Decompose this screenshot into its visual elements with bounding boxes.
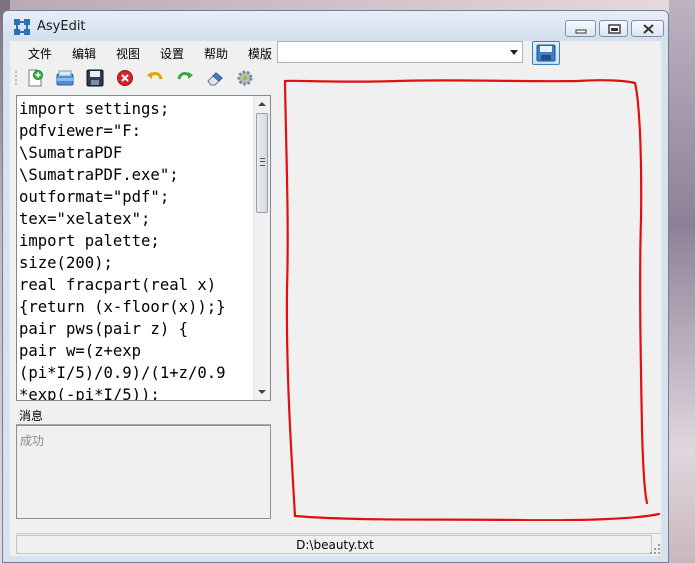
template-select[interactable]	[277, 41, 523, 63]
toolbar	[10, 65, 272, 91]
redo-button[interactable]	[175, 68, 195, 88]
code-line[interactable]: tex="xelatex";	[19, 208, 255, 230]
code-line[interactable]: import settings;	[19, 98, 255, 120]
open-file-button[interactable]	[55, 68, 75, 88]
app-window: AsyEdit 文件 编辑 视图 设置 帮助 模版 import setting…	[2, 10, 669, 563]
desktop-background-right	[669, 0, 695, 563]
code-line[interactable]: pdfviewer="F:	[19, 120, 255, 142]
save-icon	[86, 69, 104, 87]
resize-grip-icon[interactable]	[649, 543, 661, 555]
save-template-button[interactable]	[532, 41, 560, 65]
new-file-button[interactable]	[25, 68, 45, 88]
code-line[interactable]: real fracpart(real x)	[19, 274, 255, 296]
code-text[interactable]: import settings; pdfviewer="F: \SumatraPDF…	[19, 98, 255, 400]
minimize-icon	[575, 29, 587, 34]
undo-icon	[147, 72, 163, 80]
window-title: AsyEdit	[37, 19, 86, 34]
code-line[interactable]: pair pws(pair z) {	[19, 318, 255, 340]
code-line[interactable]: size(200);	[19, 252, 255, 274]
code-line[interactable]: *exp(-pi*I/5));	[19, 384, 255, 400]
redo-icon	[177, 72, 193, 80]
save-button[interactable]	[85, 68, 105, 88]
settings-button[interactable]	[235, 68, 255, 88]
status-field: D:\beauty.txt	[16, 535, 652, 554]
eraser-icon	[207, 72, 223, 86]
close-icon	[643, 24, 654, 34]
code-line[interactable]: \SumatraPDF	[19, 142, 255, 164]
undo-button[interactable]	[145, 68, 165, 88]
title-bar[interactable]: AsyEdit	[3, 11, 668, 41]
menu-file[interactable]: 文件	[28, 45, 52, 62]
code-line[interactable]: pair w=(z+exp	[19, 340, 255, 362]
chevron-down-icon	[510, 50, 518, 55]
stop-button[interactable]	[115, 68, 135, 88]
eraser-button[interactable]	[205, 68, 225, 88]
scrollbar-grip	[260, 158, 265, 166]
scrollbar-thumb[interactable]	[256, 113, 268, 213]
close-button[interactable]	[631, 20, 664, 37]
code-line[interactable]: outformat="pdf";	[19, 186, 255, 208]
code-line[interactable]: import palette;	[19, 230, 255, 252]
code-line[interactable]: (pi*I/5)/0.9)/(1+z/0.9	[19, 362, 255, 384]
floppy-disk-icon	[536, 44, 556, 62]
preview-canvas[interactable]	[277, 69, 661, 522]
menu-edit[interactable]: 编辑	[72, 45, 96, 62]
code-line[interactable]: {return (x-floor(x));}	[19, 296, 255, 318]
scroll-down-icon[interactable]	[254, 384, 270, 400]
menu-settings[interactable]: 设置	[160, 45, 184, 62]
maximize-icon	[608, 24, 621, 34]
new-file-icon	[28, 69, 43, 87]
code-editor[interactable]: import settings; pdfviewer="F: \SumatraPDF…	[16, 95, 271, 401]
messages-panel[interactable]: 成功	[16, 425, 271, 519]
menu-template[interactable]: 模版	[248, 45, 272, 62]
menu-view[interactable]: 视图	[116, 45, 140, 62]
client-area: 文件 编辑 视图 设置 帮助 模版 import settings; pdfvi…	[10, 41, 661, 556]
stop-icon	[117, 70, 133, 86]
settings-icon	[237, 70, 253, 86]
code-line[interactable]: \SumatraPDF.exe";	[19, 164, 255, 186]
app-logo-icon	[14, 19, 30, 35]
menu-bar: 文件 编辑 视图 设置 帮助 模版	[10, 41, 275, 63]
minimize-button[interactable]	[565, 20, 596, 37]
toolbar-grip[interactable]	[15, 70, 17, 86]
scroll-up-icon[interactable]	[254, 96, 270, 112]
open-file-icon	[56, 70, 74, 86]
messages-title: 消息	[19, 409, 44, 423]
status-file-path: D:\beauty.txt	[296, 538, 374, 552]
message-text: 成功	[20, 434, 45, 448]
status-bar: D:\beauty.txt	[16, 533, 661, 555]
red-annotation-outline	[283, 79, 661, 522]
editor-scrollbar[interactable]	[253, 96, 270, 400]
messages-header: 消息	[16, 407, 271, 430]
maximize-button[interactable]	[599, 20, 628, 37]
menu-help[interactable]: 帮助	[204, 45, 228, 62]
